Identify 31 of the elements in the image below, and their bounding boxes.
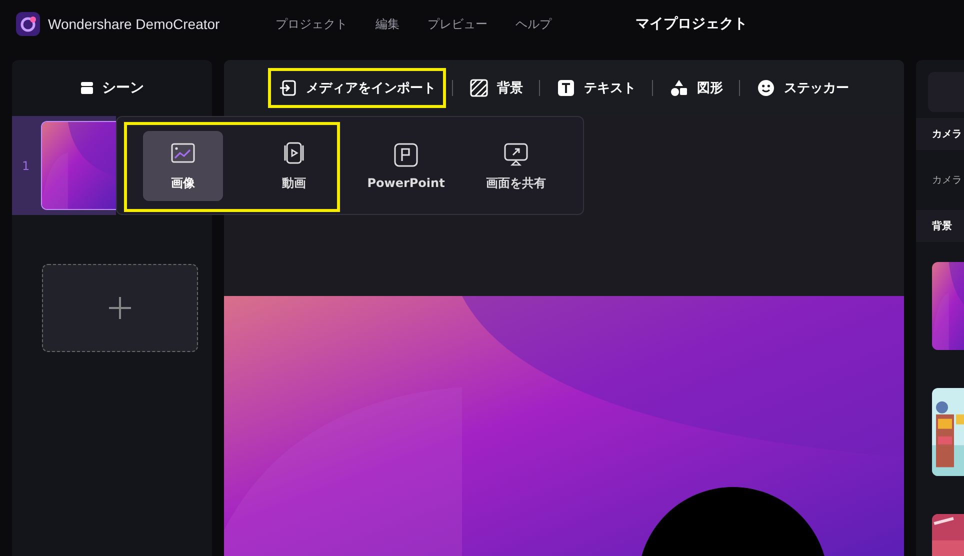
import-option[interactable]: 画面を共有 [476, 131, 556, 201]
menu-item[interactable]: プレビュー [414, 16, 502, 32]
app-logo-icon [16, 12, 40, 36]
toolbar-button[interactable]: ステッカー [746, 68, 859, 108]
section-description: カメラ [932, 174, 962, 187]
scene-icon [80, 81, 94, 95]
toolbar-button[interactable]: テキスト [546, 68, 646, 108]
menu-item[interactable]: ヘルプ [502, 16, 566, 32]
plus-icon [108, 296, 132, 320]
toolbar-button[interactable]: 背景 [459, 68, 533, 108]
project-title: マイプロジェクト [636, 15, 748, 33]
hatched-square-icon [469, 78, 489, 98]
smiley-icon [756, 78, 776, 98]
section-title: カメラ [932, 128, 962, 141]
menu-item[interactable]: 編集 [362, 16, 414, 32]
screen-share-icon [503, 140, 529, 166]
panel-title: シーン [102, 79, 144, 97]
text-icon [556, 78, 576, 98]
shapes-icon [669, 78, 689, 98]
toolbar-button[interactable]: 図形 [659, 68, 733, 108]
app-name: Wondershare DemoCreator [48, 16, 220, 32]
import-option[interactable]: 画像 [143, 131, 223, 201]
add-scene-button[interactable] [42, 264, 198, 352]
import-option[interactable]: PowerPoint [366, 131, 446, 201]
section-title: 背景 [932, 220, 952, 233]
import-option[interactable]: 動画 [254, 131, 334, 201]
menu-item[interactable]: プロジェクト [262, 16, 362, 32]
scene-number: 1 [22, 158, 31, 172]
import-icon [278, 78, 298, 98]
powerpoint-icon [393, 142, 419, 168]
toolbar-button[interactable]: メディアをインポート [268, 68, 446, 108]
